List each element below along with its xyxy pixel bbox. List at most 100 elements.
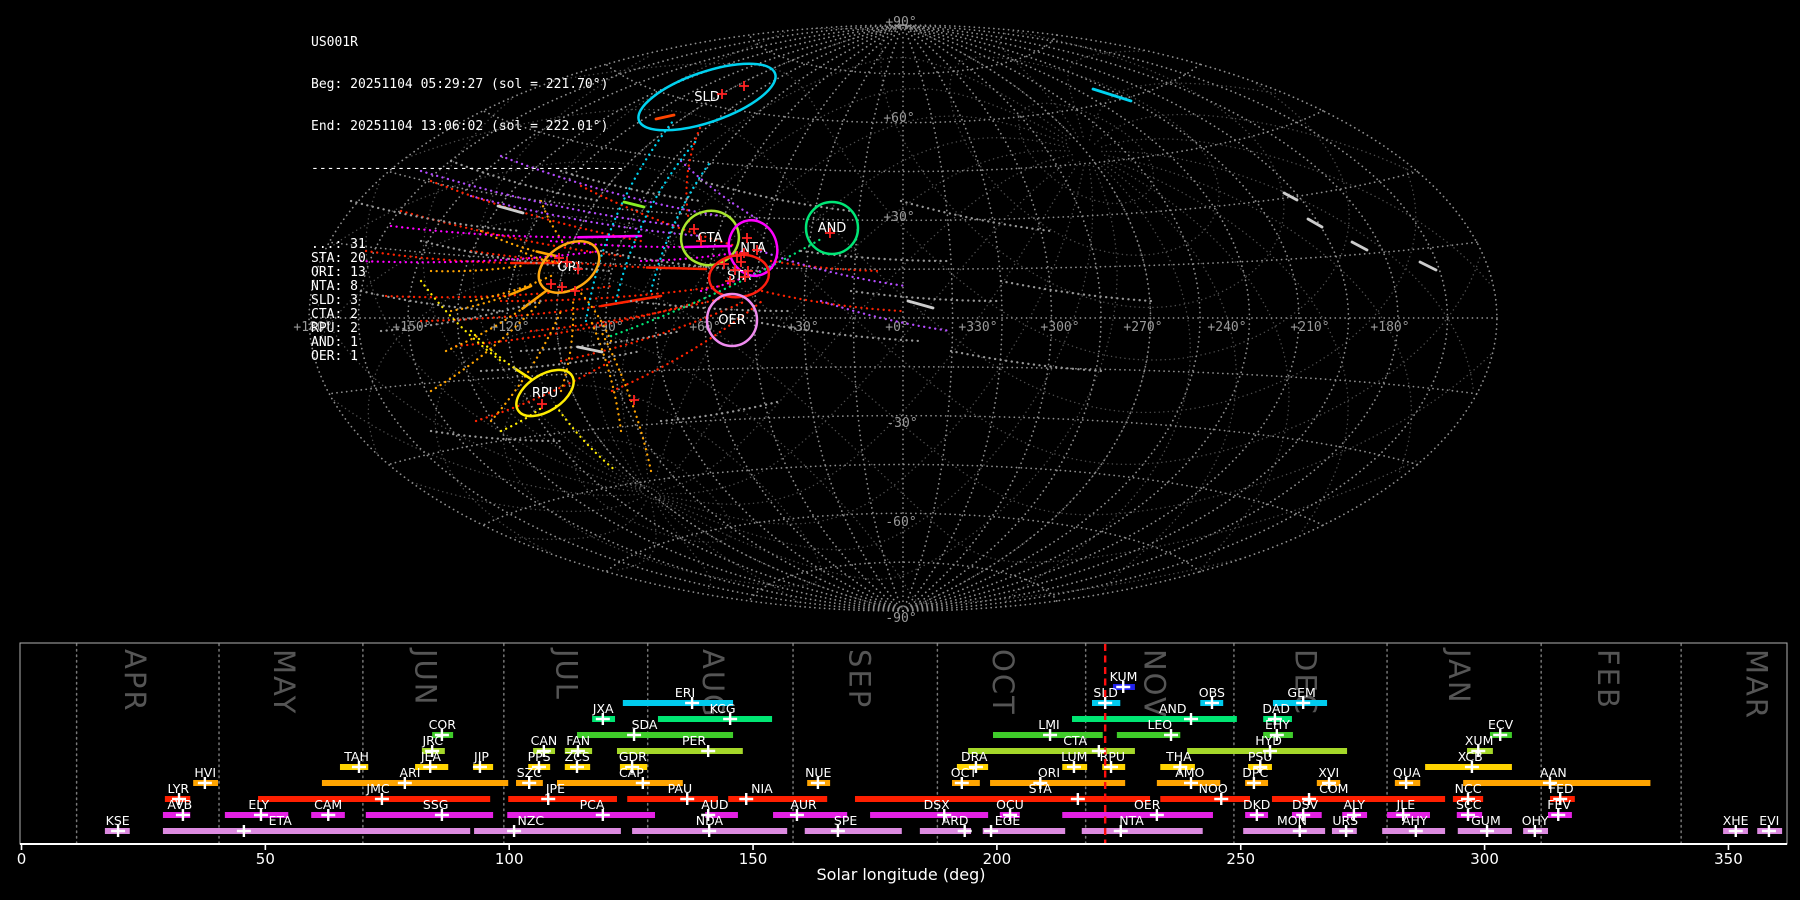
activity-timeline-chart: APR MAY JUN JUL AUG SEP OCT NOV DEC JAN FEB MARKUME… xyxy=(17,642,1788,868)
lat-label: -30° xyxy=(886,416,917,431)
shower-bar-label: TAH xyxy=(343,749,369,764)
x-axis-tick-label: 100 xyxy=(495,850,524,868)
lon-label: +330° xyxy=(958,320,997,335)
station-stats-block: US001R Beg: 20251104 05:29:27 (sol = 221… xyxy=(311,8,624,392)
lat-label: -90° xyxy=(885,611,916,626)
radiant-plus xyxy=(739,81,749,91)
shower-ellipse-sta: STA xyxy=(707,253,771,299)
meteor-trail xyxy=(760,289,903,313)
meteor-trail xyxy=(999,279,1153,303)
observation-end: End: 20251104 13:06:02 (sol = 222.01°) xyxy=(311,119,609,134)
lat-label: +30° xyxy=(883,210,914,225)
shower-bar-label: LEO xyxy=(1147,717,1172,732)
shower-count-STA: STA: 20 xyxy=(311,251,366,266)
month-label: FEB xyxy=(1591,649,1625,710)
station-id: US001R xyxy=(311,35,358,50)
month-label: SEP xyxy=(842,649,876,709)
shower-count-dotdotdot: ...: 31 xyxy=(311,237,366,252)
shower-bar-label: NIA xyxy=(751,781,773,796)
shower-bar-label: PCA xyxy=(580,797,605,812)
shower-bar-label: AAN xyxy=(1540,765,1567,780)
lon-label: +60° xyxy=(689,320,720,335)
shower-bar-label: ELY xyxy=(248,797,269,812)
shower-bar-cap xyxy=(556,780,683,786)
peak-marker-sta xyxy=(1070,793,1085,805)
grid2-parallel xyxy=(1018,102,1155,205)
shower-count-RPU: RPU: 2 xyxy=(311,321,358,336)
grid2-parallel xyxy=(502,384,823,587)
meteor-segment xyxy=(1306,217,1324,229)
grid2-parallel xyxy=(566,62,1350,361)
shower-bar-label: NOO xyxy=(1199,781,1228,796)
radiant-map-and-activity-timeline: +180° +150° +120° +90° +60° +30° +0° +330° +300°… xyxy=(17,15,1788,884)
shower-bar-label: PER xyxy=(682,733,706,748)
grid2-meridian xyxy=(659,164,1094,551)
meteor-trail xyxy=(659,399,783,423)
meteor-head xyxy=(645,266,708,271)
meteor-segment xyxy=(1091,87,1133,103)
month-label: MAR xyxy=(1740,649,1774,720)
shower-bar-jmc xyxy=(258,796,491,802)
shower-bar-noo xyxy=(1160,796,1251,802)
shower-count-list: ...: 31 STA: 20 ORI: 13 NTA: 8 SLD: 3 CTA: 2R… xyxy=(311,238,624,364)
month-label: JUL xyxy=(550,647,584,701)
shower-bar-sda xyxy=(576,732,734,738)
shower-bar-label: NZC xyxy=(517,813,544,828)
shower-bar-mon xyxy=(1243,828,1326,834)
meteor-trail xyxy=(429,429,563,443)
x-axis-tick-label: 300 xyxy=(1470,850,1499,868)
meteor-head xyxy=(684,244,733,249)
meteor-segment xyxy=(1418,260,1438,272)
month-label: APR xyxy=(118,649,152,712)
lon-label: +300° xyxy=(1040,320,1079,335)
shower-bar-label: GEM xyxy=(1287,685,1315,700)
shower-bar-ssg xyxy=(365,812,494,818)
shower-ellipse-and: AND xyxy=(804,200,860,256)
shower-bar-nta xyxy=(1081,828,1203,834)
grid-parallel xyxy=(748,34,1058,75)
shower-bar-spe xyxy=(804,828,902,834)
lat-label: +90° xyxy=(885,15,916,30)
radiant-plus xyxy=(629,395,639,405)
shower-bar-label: KCG xyxy=(710,701,736,716)
shower-bar-label: JMC xyxy=(365,781,389,796)
lon-label: +210° xyxy=(1290,320,1329,335)
lon-label: +240° xyxy=(1207,320,1246,335)
shower-bar-label: NTA xyxy=(1119,813,1144,828)
x-axis-tick-label: 0 xyxy=(17,850,27,868)
month-label: JAN xyxy=(1442,647,1476,705)
meteor-station-plot: +180° +150° +120° +90° +60° +30° +0° +330° +300°… xyxy=(0,0,1800,900)
shower-bar-label: AUD xyxy=(701,797,728,812)
meteor-trail xyxy=(554,404,618,473)
grid2-meridian xyxy=(652,162,1237,594)
meteor-trail xyxy=(949,349,1103,373)
shower-count-OER: OER: 1 xyxy=(311,349,358,364)
shower-bar-label: AND xyxy=(1159,701,1187,716)
meteor-segment xyxy=(1350,240,1369,252)
grid2-meridian xyxy=(620,87,1071,487)
shower-bar-ari xyxy=(321,780,509,786)
lat-label: -60° xyxy=(885,515,916,530)
x-axis-tick-label: 50 xyxy=(256,850,275,868)
shower-count-AND: AND: 1 xyxy=(311,335,358,350)
shower-bar-label: THA xyxy=(1165,749,1192,764)
observation-beg: Beg: 20251104 05:29:27 (sol = 221.70°) xyxy=(311,77,609,92)
stats-separator: ---------------------------------------- xyxy=(311,161,625,176)
shower-bar-kcg xyxy=(657,716,773,722)
peak-marker-eta xyxy=(236,825,251,837)
grid2-parallel xyxy=(811,27,1285,309)
shower-bar-label: DAD xyxy=(1262,701,1290,716)
month-label: OCT xyxy=(986,649,1020,716)
shower-bar-label: PAU xyxy=(668,781,692,796)
shower-bar-label: CTA xyxy=(1063,733,1087,748)
month-label: MAY xyxy=(267,649,301,715)
shower-bar-label: SSG xyxy=(423,797,449,812)
grid2-meridian xyxy=(655,164,1192,607)
shower-count-SLD: SLD: 3 xyxy=(311,293,358,308)
shower-bar-dsx xyxy=(870,812,989,818)
x-axis-tick-label: 200 xyxy=(983,850,1012,868)
shower-bar-nzc xyxy=(474,828,621,834)
shower-count-CTA: CTA: 2 xyxy=(311,307,358,322)
shower-bar-label: DRA xyxy=(961,749,988,764)
shower-count-ORI: ORI: 13 xyxy=(311,265,366,280)
